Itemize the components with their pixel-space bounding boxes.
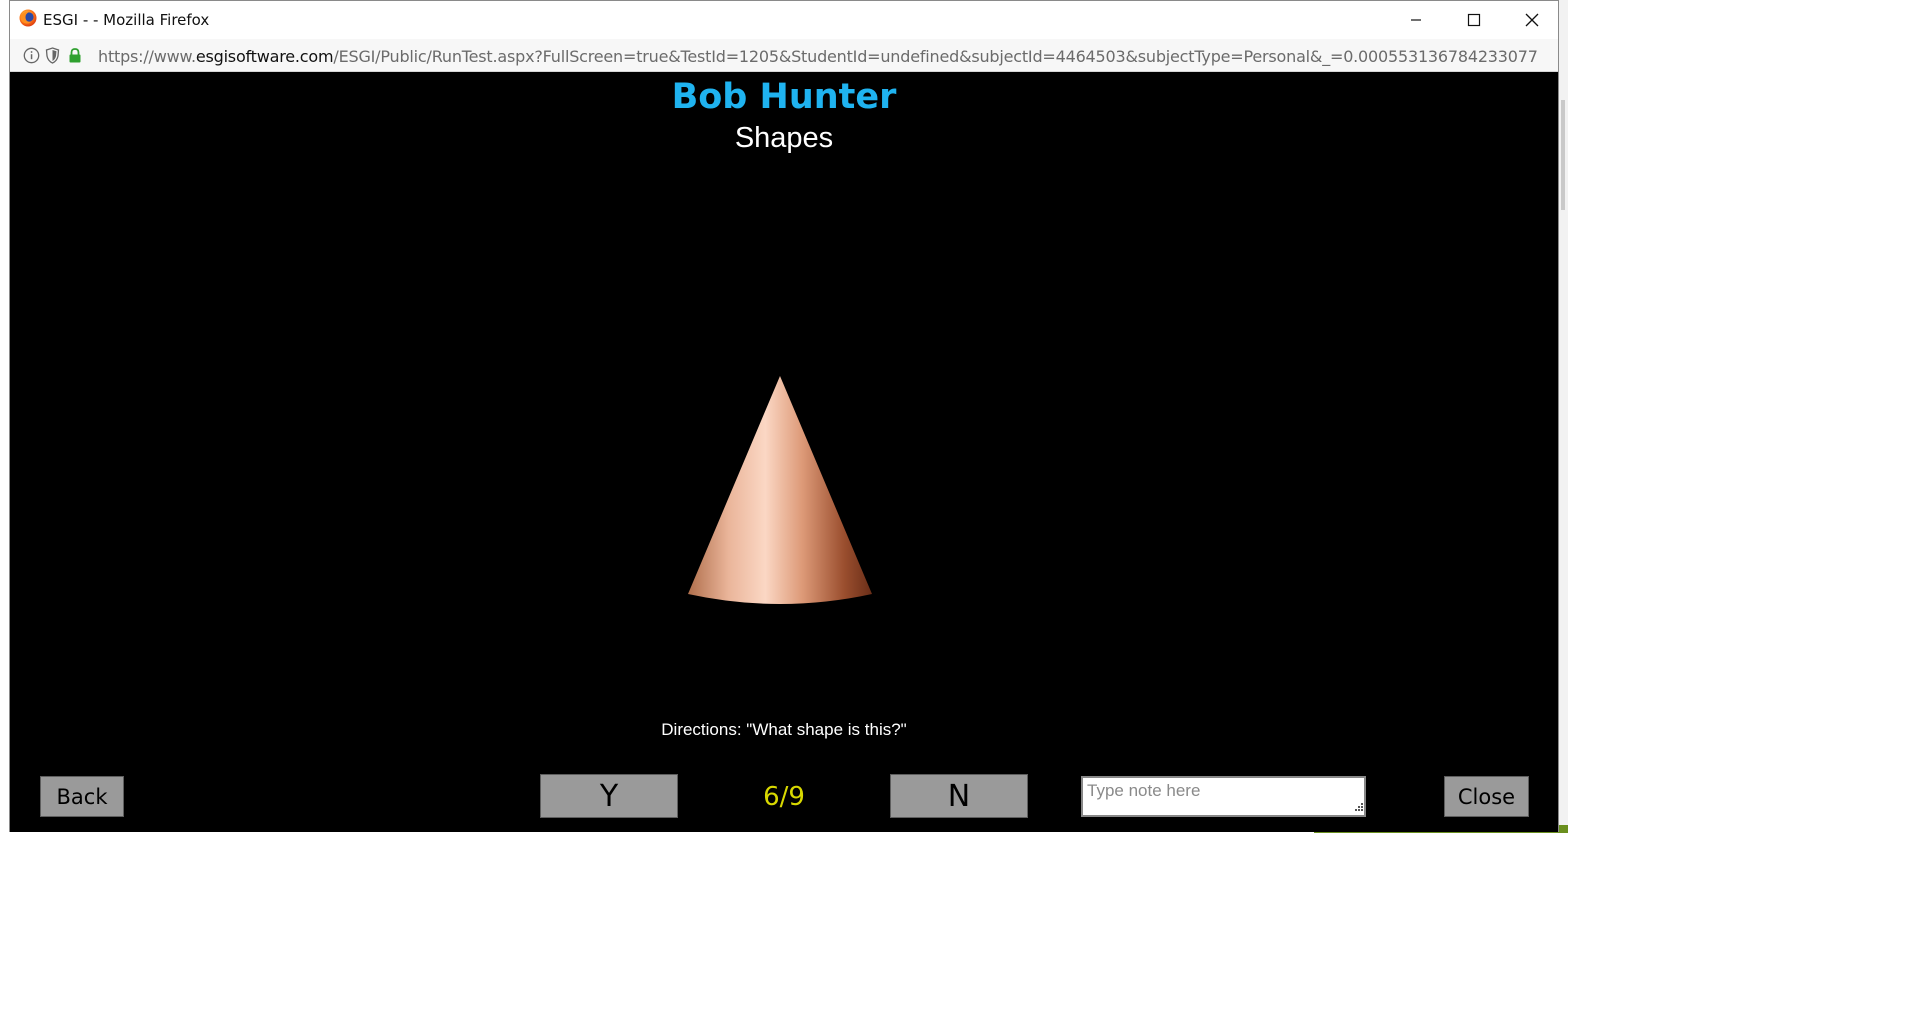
student-name: Bob Hunter [671, 77, 897, 117]
test-stage: Bob Hunter Shapes Directions: "What shap… [10, 72, 1558, 832]
window-close-button[interactable] [1503, 1, 1561, 39]
maximize-icon [1467, 13, 1481, 27]
maximize-button[interactable] [1445, 1, 1503, 39]
url-path: /ESGI/Public/RunTest.aspx?FullScreen=tru… [333, 47, 1538, 66]
url-domain: esgisoftware.com [195, 47, 334, 66]
background-page-edge [1558, 0, 1568, 833]
close-icon [1525, 13, 1539, 27]
window-titlebar[interactable]: ESGI - - Mozilla Firefox [10, 1, 1558, 39]
no-answer-button[interactable]: N [890, 774, 1028, 818]
cone-shape-image [688, 376, 872, 604]
url-text[interactable]: https://www.esgisoftware.com/ESGI/Public… [98, 47, 1538, 66]
firefox-logo-icon [19, 9, 37, 27]
minimize-button[interactable] [1387, 1, 1445, 39]
subject-title: Shapes [734, 122, 834, 154]
question-progress: 6/9 [763, 782, 805, 812]
minimize-icon [1411, 19, 1421, 21]
back-button[interactable]: Back [40, 776, 124, 817]
address-bar[interactable]: https://www.esgisoftware.com/ESGI/Public… [10, 39, 1558, 72]
background-scrollbar [1561, 100, 1565, 210]
shield-icon[interactable] [45, 47, 60, 64]
directions-text: Directions: "What shape is this?" [661, 720, 907, 739]
window-title: ESGI - - Mozilla Firefox [43, 11, 210, 29]
browser-popup-window: ESGI - - Mozilla Firefox https://www.esg… [9, 0, 1559, 832]
yes-answer-button[interactable]: Y [540, 774, 678, 818]
url-prefix: https://www. [98, 47, 196, 66]
note-input[interactable] [1081, 776, 1366, 817]
close-test-button[interactable]: Close [1444, 776, 1529, 817]
resize-grip-icon[interactable] [1353, 803, 1363, 813]
lock-icon[interactable] [68, 47, 82, 64]
info-icon[interactable] [23, 47, 40, 64]
